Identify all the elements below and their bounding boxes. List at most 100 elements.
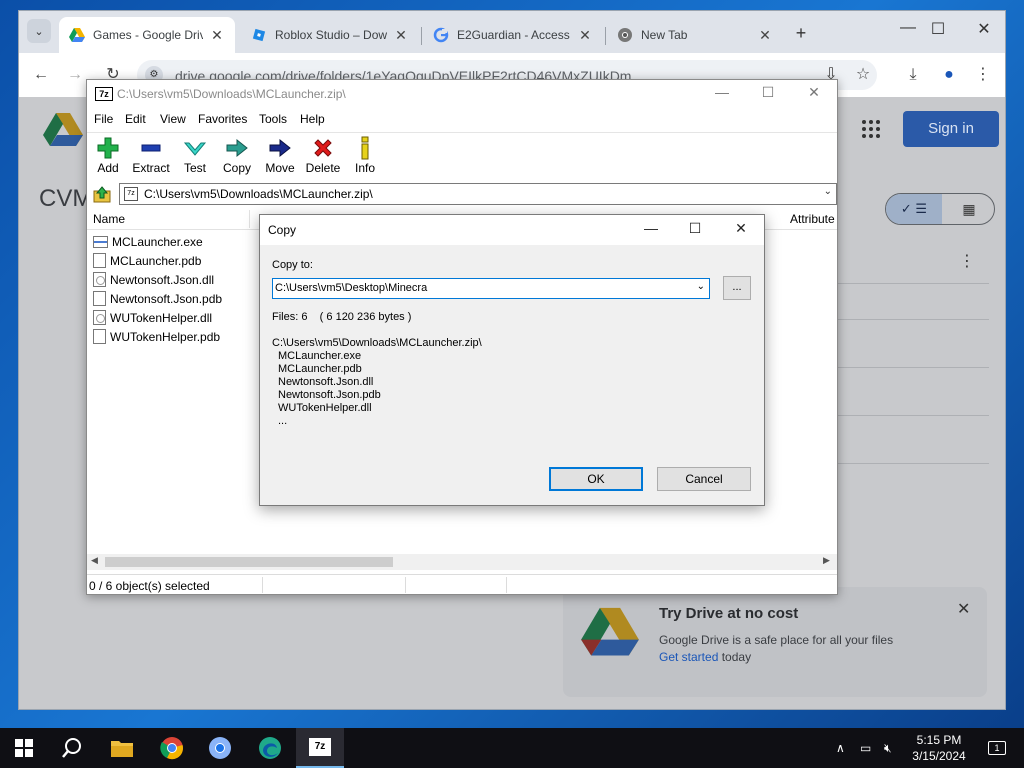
tab-e2guardian[interactable]: E2Guardian - Access Denied ✕ <box>423 17 603 53</box>
list-item: Newtonsoft.Json.pdb <box>278 389 381 401</box>
file-row[interactable]: WUTokenHelper.dll <box>93 308 212 327</box>
7zip-titlebar[interactable]: 7z C:\Users\vm5\Downloads\MCLauncher.zip… <box>87 80 837 108</box>
grid-view-button[interactable]: ▦ <box>942 194 994 224</box>
minimize-icon[interactable]: — <box>707 84 737 100</box>
scroll-left-icon[interactable]: ◀ <box>91 555 98 566</box>
column-attributes[interactable]: Attribute <box>790 212 835 226</box>
more-options-icon[interactable]: ⋮ <box>959 251 975 271</box>
folder-up-icon[interactable] <box>93 185 111 203</box>
menu-help[interactable]: Help <box>300 112 325 126</box>
close-icon[interactable]: ✕ <box>577 27 593 44</box>
bookmark-star-icon[interactable]: ☆ <box>851 63 875 87</box>
source-file-list: C:\Users\vm5\Downloads\MCLauncher.zip\ M… <box>272 337 482 428</box>
file-row[interactable]: WUTokenHelper.pdb <box>93 327 220 346</box>
list-item: WUTokenHelper.dll <box>278 402 372 414</box>
status-separator <box>262 577 263 593</box>
tab-roblox-studio[interactable]: Roblox Studio – Download ✕ <box>241 17 419 53</box>
file-row[interactable]: Newtonsoft.Json.dll <box>93 270 214 289</box>
sign-in-button[interactable]: Sign in <box>903 111 999 147</box>
scroll-right-icon[interactable]: ▶ <box>823 555 830 566</box>
file-name: Newtonsoft.Json.pdb <box>110 291 223 306</box>
edge-taskbar-button[interactable] <box>246 728 294 768</box>
tab-strip: ⌄ Games - Google Drive ✕ Roblox Studio –… <box>19 11 1005 53</box>
download-icon[interactable]: ⤓ <box>901 63 925 87</box>
network-icon[interactable]: ▭ <box>860 728 871 768</box>
tab-search-button[interactable]: ⌄ <box>27 19 51 43</box>
search-button[interactable] <box>48 728 96 768</box>
show-hidden-icons[interactable]: ∧ <box>836 728 845 768</box>
menu-file[interactable]: File <box>94 112 113 126</box>
menu-favorites[interactable]: Favorites <box>198 112 247 126</box>
menu-tools[interactable]: Tools <box>259 112 287 126</box>
close-icon[interactable]: ✕ <box>726 220 756 237</box>
tab-games-google-drive[interactable]: Games - Google Drive ✕ <box>59 17 235 53</box>
cancel-button[interactable]: Cancel <box>657 467 751 491</box>
volume-muted-icon[interactable]: 🔇︎ <box>884 728 892 768</box>
new-tab-button[interactable]: + <box>791 23 811 44</box>
column-name[interactable]: Name <box>93 212 125 226</box>
file-row[interactable]: Newtonsoft.Json.pdb <box>93 289 222 308</box>
maximize-icon[interactable]: ☐ <box>680 220 710 237</box>
minimize-icon[interactable]: — <box>636 220 666 236</box>
move-button[interactable]: Move <box>263 135 297 175</box>
file-row[interactable]: MCLauncher.pdb <box>93 251 201 270</box>
chrome-taskbar-button[interactable] <box>148 728 196 768</box>
zip-archive-icon: 7z <box>124 187 138 201</box>
start-button[interactable] <box>0 728 48 768</box>
7zip-taskbar-button[interactable]: 7z <box>296 728 344 768</box>
notifications-button[interactable]: 1 <box>984 728 1010 768</box>
close-icon[interactable]: ✕ <box>957 599 970 619</box>
destination-combobox[interactable]: C:\Users\vm5\Desktop\Minecra ⌄ <box>272 278 710 299</box>
tab-title: New Tab <box>641 28 688 42</box>
chevron-down-icon[interactable]: ⌄ <box>824 186 832 197</box>
menu-edit[interactable]: Edit <box>125 112 146 126</box>
maximize-icon[interactable]: ☐ <box>753 84 783 101</box>
window-title: C:\Users\vm5\Downloads\MCLauncher.zip\ <box>117 87 346 101</box>
status-separator <box>405 577 406 593</box>
close-window-icon[interactable]: ✕ <box>969 19 999 39</box>
maximize-icon[interactable]: ☐ <box>923 19 953 39</box>
list-item: Newtonsoft.Json.dll <box>278 376 374 388</box>
horizontal-scrollbar[interactable]: ◀ ▶ <box>87 554 837 570</box>
close-icon[interactable]: ✕ <box>209 27 225 44</box>
column-separator[interactable] <box>249 210 250 228</box>
extract-button[interactable]: Extract <box>131 135 171 175</box>
browse-button[interactable]: ... <box>723 276 751 300</box>
path-combobox[interactable]: 7z C:\Users\vm5\Downloads\MCLauncher.zip… <box>119 183 837 205</box>
forward-arrow-icon[interactable]: → <box>63 63 87 87</box>
apps-grid-icon[interactable] <box>861 119 881 139</box>
destination-value[interactable]: C:\Users\vm5\Desktop\Minecra <box>275 282 427 294</box>
close-icon[interactable]: ✕ <box>757 27 773 44</box>
file-icon <box>93 329 106 344</box>
dialog-titlebar[interactable]: Copy — ☐ ✕ <box>260 215 764 245</box>
file-name: MCLauncher.exe <box>112 234 203 249</box>
google-drive-logo <box>581 607 639 656</box>
close-icon[interactable]: ✕ <box>799 84 829 101</box>
get-started-link[interactable]: Get started <box>659 650 718 664</box>
chevron-down-icon[interactable]: ⌄ <box>697 281 705 292</box>
menu-kebab-icon[interactable]: ⋮ <box>971 63 995 87</box>
list-view-button[interactable]: ✓ ☰ <box>886 194 942 224</box>
move-arrow-icon <box>269 138 291 158</box>
tab-new-tab[interactable]: New Tab ✕ <box>607 17 783 53</box>
tab-title: Roblox Studio – Download <box>275 28 387 42</box>
info-button[interactable]: Info <box>351 135 379 175</box>
copy-button[interactable]: Copy <box>221 135 253 175</box>
file-explorer-button[interactable] <box>98 728 146 768</box>
test-button[interactable]: Test <box>181 135 209 175</box>
chromium-taskbar-button[interactable] <box>196 728 244 768</box>
add-button[interactable]: Add <box>93 135 123 175</box>
back-arrow-icon[interactable]: ← <box>29 63 53 87</box>
menu-view[interactable]: View <box>160 112 186 126</box>
clock[interactable]: 5:15 PM 3/15/2024 <box>906 732 972 764</box>
profile-icon[interactable]: ● <box>937 63 961 87</box>
close-icon[interactable]: ✕ <box>393 27 409 44</box>
delete-button[interactable]: Delete <box>305 135 341 175</box>
scrollbar-thumb[interactable] <box>105 557 393 567</box>
minimize-icon[interactable]: — <box>893 19 923 37</box>
chromium-icon <box>209 737 231 759</box>
copy-label: Copy <box>222 161 251 175</box>
delete-label: Delete <box>305 161 341 175</box>
file-row[interactable]: MCLauncher.exe <box>93 232 203 251</box>
ok-button[interactable]: OK <box>549 467 643 491</box>
